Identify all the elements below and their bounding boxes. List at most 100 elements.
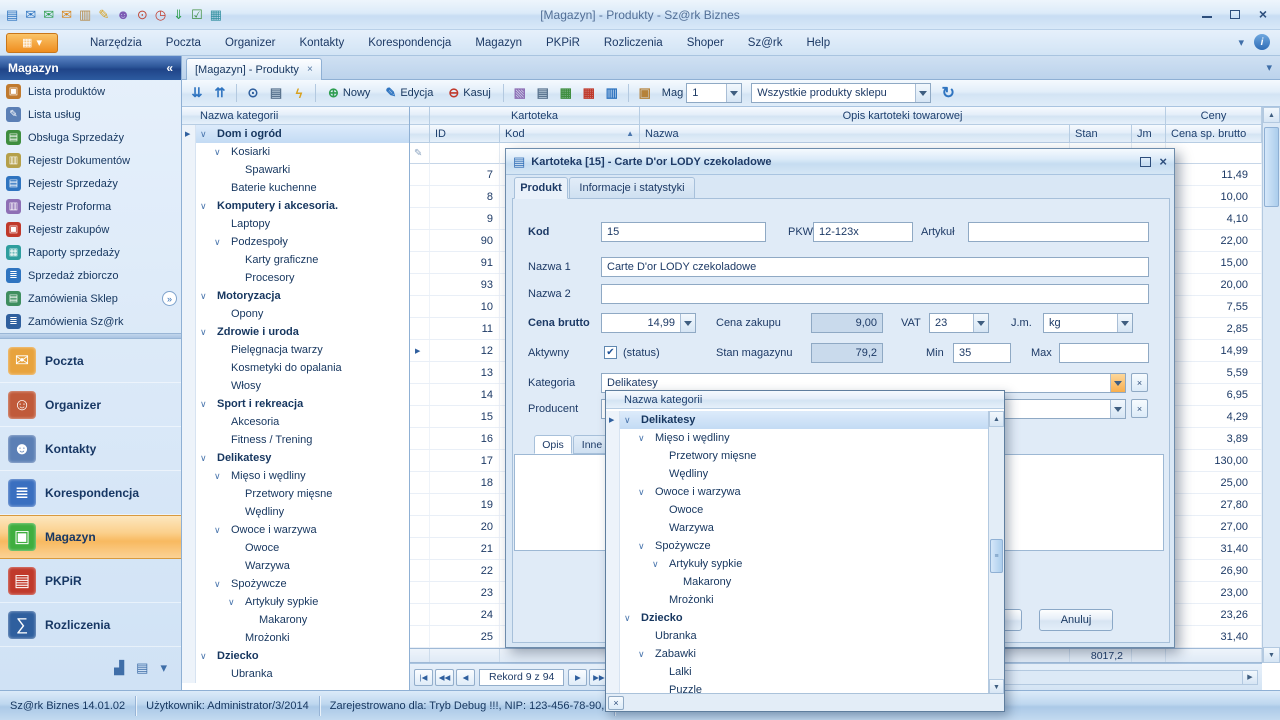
dropdown-tree-item[interactable]: Owoce	[606, 501, 990, 519]
sidebar-item[interactable]: ▤ Obsługa Sprzedaży »	[0, 126, 181, 149]
tab-produkt[interactable]: Produkt	[514, 177, 568, 199]
navigator-button[interactable]: |◀	[414, 669, 433, 686]
expand-all-icon[interactable]: ⇊	[187, 83, 207, 103]
app-menu-button[interactable]: ▦ ▾	[6, 33, 58, 53]
column-header-nazwa[interactable]: Nazwa	[640, 125, 1070, 143]
quick-access-icon[interactable]: ▤	[6, 8, 18, 21]
module-item[interactable]: ☻ Kontakty	[0, 427, 181, 471]
sidebar-footer-icon[interactable]: ▟	[114, 660, 124, 676]
chevron-down-icon[interactable]	[680, 314, 695, 332]
category-tree-item[interactable]: Owoce	[182, 539, 409, 557]
kategoria-clear-button[interactable]: ×	[1131, 373, 1148, 392]
cena-brutto-field[interactable]: 14,99	[601, 313, 696, 333]
quick-access-icon[interactable]: ✉	[25, 8, 36, 21]
expand-arrow-icon[interactable]	[652, 559, 665, 570]
category-tree-item[interactable]: Fitness / Trening	[182, 431, 409, 449]
expand-arrow-icon[interactable]	[200, 291, 213, 302]
band-kartoteka[interactable]: Kartoteka	[430, 107, 640, 125]
nazwa1-field[interactable]: Carte D'or LODY czekoladowe	[601, 257, 1149, 277]
category-tree-item[interactable]: Motoryzacja	[182, 287, 409, 305]
dropdown-tree-item[interactable]: Makarony	[606, 573, 990, 591]
info-icon[interactable]: i	[1254, 34, 1270, 50]
edit-button[interactable]: ✎ Edycja	[379, 83, 439, 103]
mag-combo[interactable]: 1	[686, 83, 742, 103]
sidebar-footer-icon[interactable]: ▾	[160, 660, 167, 676]
sidebar-item[interactable]: ▦ Raporty sprzedaży »	[0, 241, 181, 264]
package-icon[interactable]: ▣	[635, 83, 655, 103]
min-field[interactable]: 35	[953, 343, 1011, 363]
nazwa2-field[interactable]	[601, 284, 1149, 304]
expand-arrow-icon[interactable]	[214, 579, 227, 590]
quick-access-icon[interactable]: ☑	[191, 8, 203, 21]
ribbon-tab[interactable]: Kontakty	[289, 34, 354, 52]
dropdown-close-button[interactable]: ×	[608, 696, 624, 710]
ribbon-tab[interactable]: Magazyn	[465, 34, 532, 52]
category-tree-item[interactable]: Kosmetyki do opalania	[182, 359, 409, 377]
category-tree-item[interactable]: Warzywa	[182, 557, 409, 575]
category-tree-item[interactable]: Opony	[182, 305, 409, 323]
dropdown-tree-item[interactable]: Przetwory mięsne	[606, 447, 990, 465]
tabstrip-overflow-icon[interactable]: ▾	[1266, 61, 1272, 74]
ribbon-tab[interactable]: Sz@rk	[738, 34, 793, 52]
dialog-close-button[interactable]: ×	[1159, 154, 1167, 169]
quick-access-icon[interactable]: ◷	[155, 8, 166, 21]
subtab-opis[interactable]: Opis	[534, 435, 572, 454]
dropdown-tree-item[interactable]: Delikatesy	[606, 411, 990, 429]
sidebar-item[interactable]: ▤ Rejestr Sprzedaży »	[0, 172, 181, 195]
quick-access-icon[interactable]: ✉	[61, 8, 72, 21]
expand-arrow-icon[interactable]	[214, 237, 227, 248]
expand-arrow-icon[interactable]	[200, 399, 213, 410]
expand-arrow-icon[interactable]	[200, 129, 213, 140]
expand-arrow-icon[interactable]	[200, 327, 213, 338]
category-tree-item[interactable]: Mięso i wędliny	[182, 467, 409, 485]
sidebar-footer-icon[interactable]: ▤	[136, 660, 148, 676]
module-item[interactable]: ✉ Poczta	[0, 339, 181, 383]
dropdown-tree-item[interactable]: Lalki	[606, 663, 990, 681]
sidebar-item[interactable]: ▣ Lista produktów »	[0, 80, 181, 103]
quick-access-icon[interactable]: ▦	[210, 8, 222, 21]
expand-arrow-icon[interactable]	[638, 649, 651, 660]
category-tree-item[interactable]: Laptopy	[182, 215, 409, 233]
dropdown-tree-item[interactable]: Ubranka	[606, 627, 990, 645]
category-tree-item[interactable]: Spożywcze	[182, 575, 409, 593]
minimize-button[interactable]	[1198, 6, 1216, 22]
column-header-stan[interactable]: Stan	[1070, 125, 1132, 143]
tab-informacje[interactable]: Informacje i statystyki	[569, 177, 695, 199]
band-ceny[interactable]: Ceny	[1166, 107, 1262, 125]
print-icon[interactable]: ▤	[266, 83, 286, 103]
expand-arrow-icon[interactable]	[200, 453, 213, 464]
expand-arrow-icon[interactable]	[624, 613, 637, 624]
expand-arrow-icon[interactable]	[214, 471, 227, 482]
document-tab[interactable]: [Magazyn] - Produkty ×	[186, 58, 322, 80]
tab-close-icon[interactable]: ×	[307, 64, 313, 75]
close-button[interactable]: ×	[1254, 6, 1272, 22]
collapse-all-icon[interactable]: ⇈	[210, 83, 230, 103]
new-button[interactable]: ⊕ Nowy	[322, 83, 376, 103]
export-icon[interactable]: ▦	[556, 83, 576, 103]
column-header-kod[interactable]: Kod ▲	[500, 125, 640, 143]
filter-cell[interactable]	[1166, 143, 1262, 164]
dropdown-tree-item[interactable]: Mrożonki	[606, 591, 990, 609]
category-tree-item[interactable]: Kosiarki	[182, 143, 409, 161]
print-grid-icon[interactable]: ▤	[533, 83, 553, 103]
pkwiu-field[interactable]: 12-123x	[813, 222, 913, 242]
category-tree-item[interactable]: Akcesoria	[182, 413, 409, 431]
navigator-button[interactable]: ◀◀	[435, 669, 454, 686]
dropdown-tree-item[interactable]: Warzywa	[606, 519, 990, 537]
expand-arrow-icon[interactable]	[200, 651, 213, 662]
category-tree-item[interactable]: Ubranka	[182, 665, 409, 683]
module-item[interactable]: ☺ Organizer	[0, 383, 181, 427]
vat-combo[interactable]: 23	[929, 313, 989, 333]
category-tree-item[interactable]: Dom i ogród	[182, 125, 409, 143]
category-tree-item[interactable]: Spawarki	[182, 161, 409, 179]
scroll-down-icon[interactable]: ▼	[1263, 647, 1280, 663]
refresh-icon[interactable]: ↻	[938, 83, 958, 103]
ribbon-tab[interactable]: Shoper	[677, 34, 734, 52]
module-item[interactable]: ▤ PKPiR	[0, 559, 181, 603]
producent-clear-button[interactable]: ×	[1131, 399, 1148, 418]
filter-cell[interactable]	[430, 143, 500, 164]
quick-access-icon[interactable]: ✎	[98, 8, 109, 21]
category-tree-item[interactable]: Komputery i akcesoria.	[182, 197, 409, 215]
category-tree-item[interactable]: Przetwory mięsne	[182, 485, 409, 503]
expand-arrow-icon[interactable]	[200, 201, 213, 212]
